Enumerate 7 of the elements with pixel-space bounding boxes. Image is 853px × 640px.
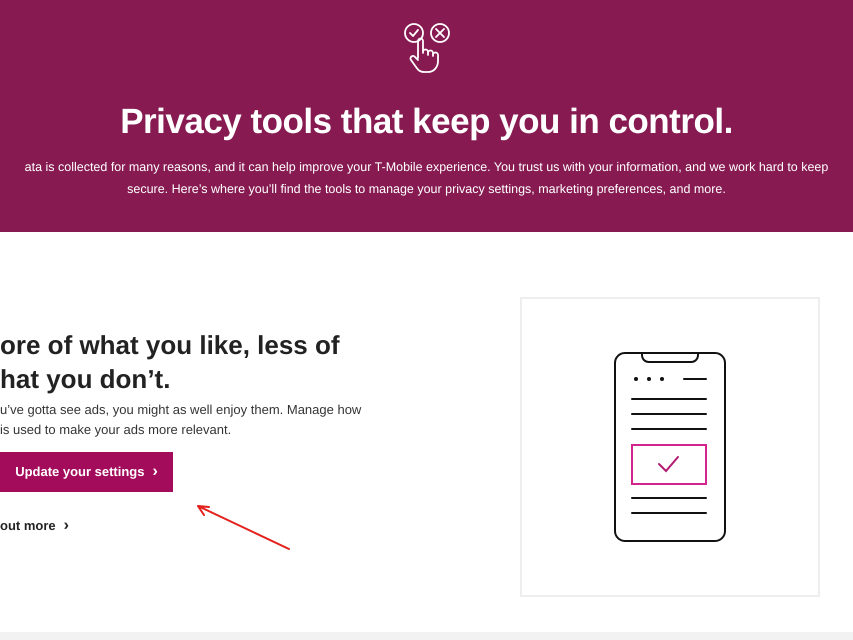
feature-description: u’ve gotta see ads, you might as well enjoy them. Manage how is used to make your ads more relevant.: [0, 401, 362, 439]
feature-heading: ore of what you like, less of hat you don’t.: [0, 329, 341, 396]
find-out-more-link[interactable]: out more ›: [0, 514, 69, 538]
banner-description: ata is collected for many reasons, and it can help improve your T-Mobile experience. You trust us with your information, and we work hard to keep secure. Here’s where you’ll find the tools to manage your privacy settings, marketing preferences, and more.: [24, 158, 830, 198]
banner-title: Privacy tools that keep you in control.: [120, 101, 733, 143]
hand-tapping-check-icon: [402, 22, 450, 74]
update-settings-button[interactable]: Update your settings ›: [0, 452, 173, 492]
